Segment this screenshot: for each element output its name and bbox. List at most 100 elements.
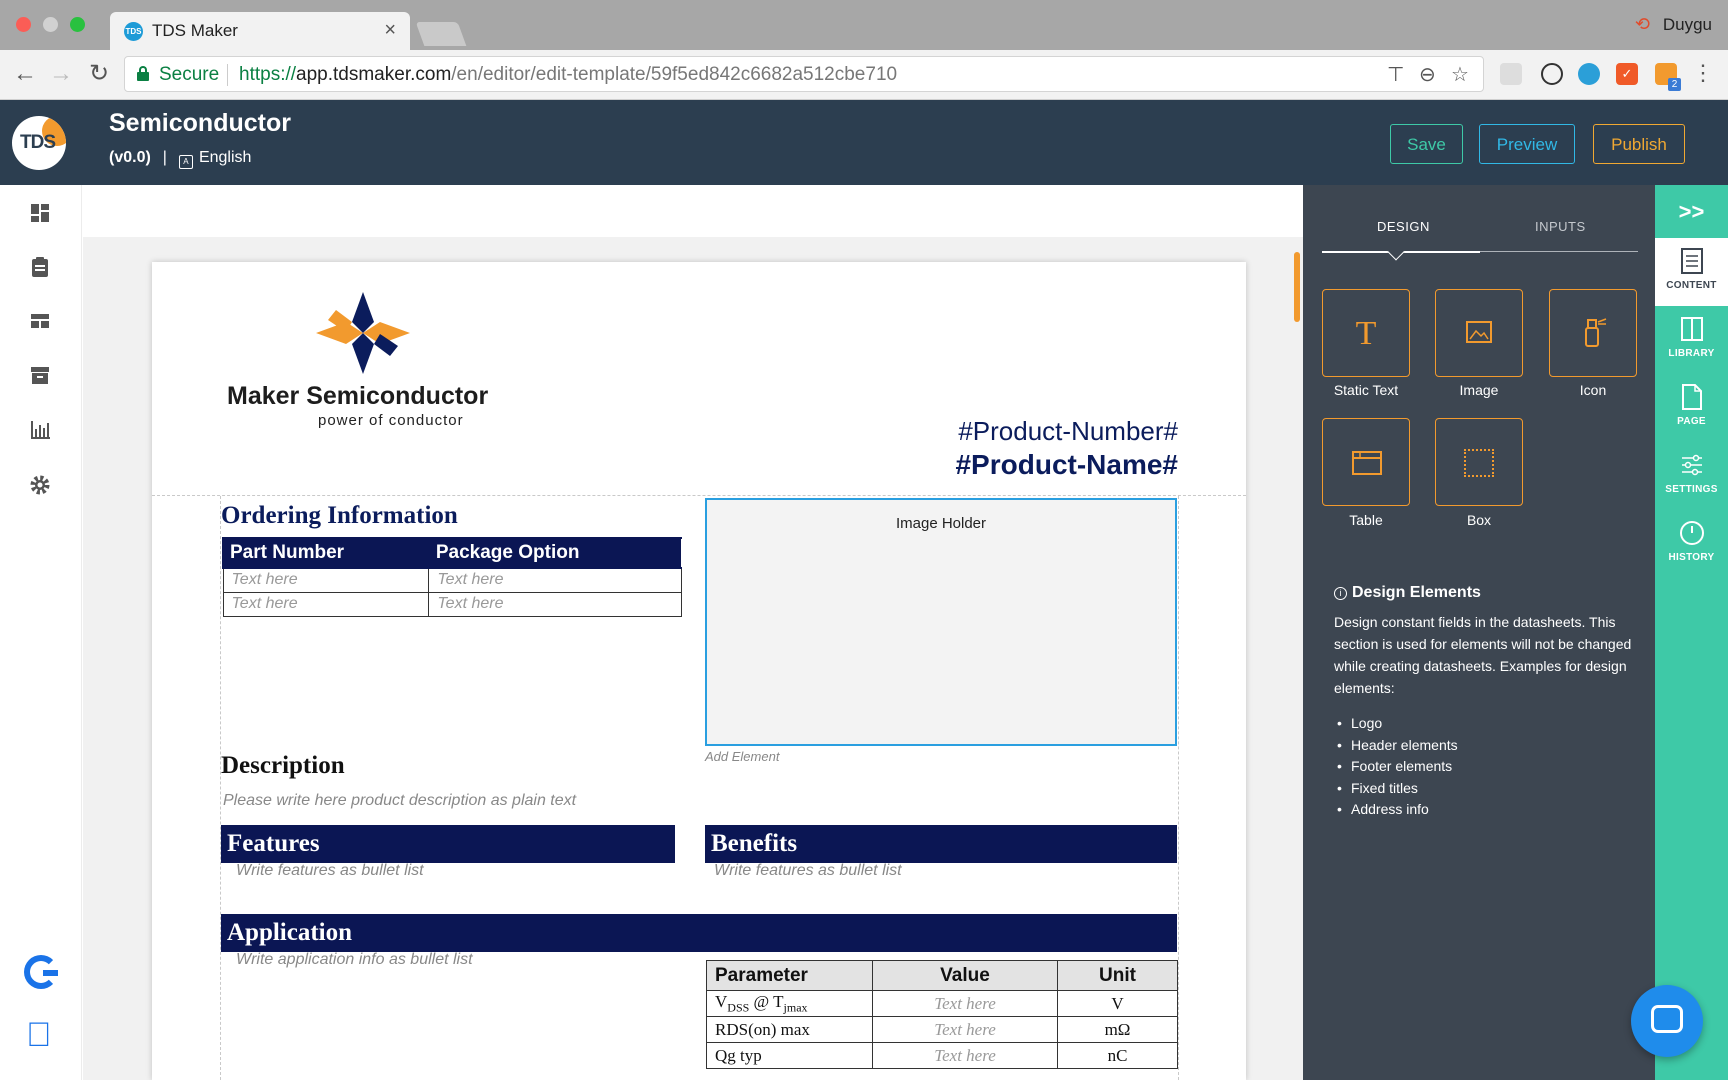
rail-item-library[interactable]: LIBRARY (1655, 316, 1728, 359)
rail-item-history[interactable]: HISTORY (1655, 520, 1728, 563)
google-icon[interactable] (24, 955, 58, 989)
document-meta: (v0.0) | A English (109, 149, 251, 169)
image-holder-label: Image Holder (895, 515, 987, 532)
cast-extension-icon[interactable] (1500, 63, 1522, 85)
address-bar[interactable]: Secure https://app.tdsmaker.com/en/edito… (124, 56, 1484, 92)
gear-icon[interactable] (28, 473, 52, 497)
table-header[interactable]: Part Number (222, 537, 430, 569)
table-header[interactable]: Unit (1057, 960, 1178, 991)
benefits-placeholder[interactable]: Write features as bullet list (714, 862, 902, 880)
ordering-table[interactable]: Part Number Package Option Text here Tex… (222, 537, 682, 617)
tab-design[interactable]: DESIGN (1377, 219, 1430, 234)
bookmark-star-icon[interactable]: ☆ (1451, 62, 1469, 87)
archive-icon[interactable] (28, 363, 52, 387)
browser-tab[interactable]: TDS TDS Maker × (110, 12, 410, 50)
element-label: Image (1459, 382, 1499, 398)
table-cell[interactable]: V (1057, 990, 1178, 1017)
clipboard-icon[interactable] (28, 255, 52, 279)
maximize-window-button[interactable] (70, 17, 85, 32)
design-elements-heading: i Design Elements (1334, 584, 1481, 602)
forward-arrow-icon[interactable]: → (46, 59, 76, 89)
table-cell[interactable]: Text here (872, 990, 1058, 1017)
table-cell[interactable]: Text here (428, 567, 682, 593)
features-placeholder[interactable]: Write features as bullet list (236, 862, 424, 880)
add-element-link[interactable]: Add Element (705, 749, 779, 764)
table-cell[interactable]: Text here (222, 591, 430, 617)
meta-separator: | (162, 149, 167, 166)
ordering-info-title[interactable]: Ordering Information (221, 502, 458, 530)
element-label: Box (1466, 512, 1492, 528)
extension-with-badge-icon[interactable]: 2 (1655, 63, 1681, 91)
globe-extension-icon[interactable] (1578, 63, 1600, 85)
table-header[interactable]: Value (872, 960, 1058, 991)
benefits-heading[interactable]: Benefits (705, 825, 1177, 863)
dotted-box-icon (1464, 449, 1494, 477)
table-element[interactable] (1322, 418, 1410, 506)
table-cell[interactable]: Text here (428, 591, 682, 617)
lock-icon (137, 66, 149, 81)
rail-item-content[interactable]: CONTENT (1655, 248, 1728, 291)
description-title[interactable]: Description (221, 752, 345, 780)
product-number-field[interactable]: #Product-Number# (958, 416, 1178, 447)
table-cell[interactable]: RDS(on) max (706, 1016, 873, 1043)
todoist-extension-icon[interactable]: ✓ (1616, 63, 1638, 85)
tds-logo[interactable]: TDS (12, 116, 66, 170)
tab-close-icon[interactable]: × (384, 19, 396, 42)
aperture-extension-icon[interactable] (1541, 63, 1563, 85)
url-text[interactable]: https://app.tdsmaker.com/en/editor/edit-… (239, 64, 897, 86)
table-row: Text here Text here (222, 567, 682, 593)
table-cell[interactable]: mΩ (1057, 1016, 1178, 1043)
save-button[interactable]: Save (1390, 124, 1463, 164)
table-cell[interactable]: Text here (872, 1042, 1058, 1069)
header-divider (152, 495, 1246, 496)
table-cell[interactable]: VDSS @ Tjmax (706, 990, 873, 1017)
table-header[interactable]: Package Option (427, 537, 682, 569)
table-header[interactable]: Parameter (706, 960, 873, 991)
description-placeholder[interactable]: Please write here product description as… (223, 792, 576, 810)
rail-item-page[interactable]: PAGE (1655, 384, 1728, 427)
minimize-window-button[interactable] (43, 17, 58, 32)
clock-icon (1679, 521, 1704, 545)
table-cell[interactable]: Text here (222, 567, 430, 593)
preview-button[interactable]: Preview (1479, 124, 1575, 164)
product-name-field[interactable]: #Product-Name# (955, 449, 1178, 481)
table-cell[interactable]: nC (1057, 1042, 1178, 1069)
rail-item-settings[interactable]: SETTINGS (1655, 452, 1728, 495)
static-text-element[interactable]: T (1322, 289, 1410, 377)
table-cell[interactable]: Text here (872, 1016, 1058, 1043)
sync-user-icon[interactable]: ⟲ (1635, 14, 1650, 35)
expand-panel-button[interactable]: >> (1655, 185, 1728, 238)
image-element[interactable] (1435, 289, 1523, 377)
browser-user-name[interactable]: Duygu (1663, 15, 1712, 35)
application-heading[interactable]: Application (221, 914, 1177, 952)
company-logo-icon[interactable] (316, 292, 410, 374)
new-tab-button[interactable] (415, 22, 467, 46)
box-element[interactable] (1435, 418, 1523, 506)
table-cell[interactable]: Qg typ (706, 1042, 873, 1069)
secure-label: Secure (159, 64, 220, 85)
image-icon (1466, 321, 1492, 343)
publish-button[interactable]: Publish (1593, 124, 1685, 164)
back-arrow-icon[interactable]: ← (10, 59, 40, 89)
application-placeholder[interactable]: Write application info as bullet list (236, 951, 473, 969)
paint-roller-icon[interactable]: ⊤ (1387, 62, 1404, 87)
chat-support-button[interactable] (1631, 985, 1703, 1057)
icon-element[interactable] (1549, 289, 1637, 377)
layout-icon[interactable] (28, 309, 52, 333)
zoom-icon[interactable]: ⊖ (1419, 62, 1436, 87)
close-window-button[interactable] (16, 17, 31, 32)
reload-icon[interactable]: ↻ (84, 59, 114, 89)
browser-tab-strip: TDS TDS Maker × ⟲ Duygu (0, 0, 1728, 50)
dashboard-icon[interactable] (28, 201, 52, 225)
list-item: Fixed titles (1337, 778, 1458, 800)
tab-title: TDS Maker (152, 21, 238, 40)
canvas-scrollbar[interactable] (1294, 252, 1300, 322)
language-label[interactable]: English (199, 149, 251, 166)
image-holder[interactable]: Image Holder (705, 498, 1177, 746)
features-heading[interactable]: Features (221, 825, 675, 863)
browser-menu-icon[interactable]: ⋮ (1692, 60, 1714, 86)
apple-icon[interactable]:  (26, 1015, 52, 1055)
bar-chart-icon[interactable] (28, 417, 52, 441)
tab-inputs[interactable]: INPUTS (1535, 219, 1586, 234)
parameter-table[interactable]: Parameter Value Unit VDSS @ Tjmax Text h… (706, 960, 1178, 1069)
